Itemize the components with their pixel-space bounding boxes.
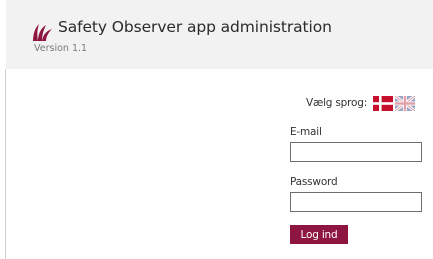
leaf-logo-icon (33, 24, 52, 41)
uk-flag-icon[interactable] (395, 95, 416, 111)
password-field[interactable] (290, 192, 422, 212)
language-label: Vælg sprog: (306, 97, 368, 109)
email-field[interactable] (290, 142, 422, 162)
admin-login-page: Safety Observer app administration Versi… (0, 0, 433, 259)
email-label: E-mail (290, 126, 322, 138)
password-label: Password (290, 176, 338, 188)
language-selector: Vælg sprog: (306, 94, 416, 112)
content-divider (5, 69, 6, 259)
app-version: Version 1.1 (34, 43, 88, 54)
app-header: Safety Observer app administration Versi… (6, 0, 433, 69)
login-button[interactable]: Log ind (290, 225, 348, 244)
danish-flag-icon[interactable] (373, 95, 394, 111)
app-title: Safety Observer app administration (58, 18, 332, 36)
